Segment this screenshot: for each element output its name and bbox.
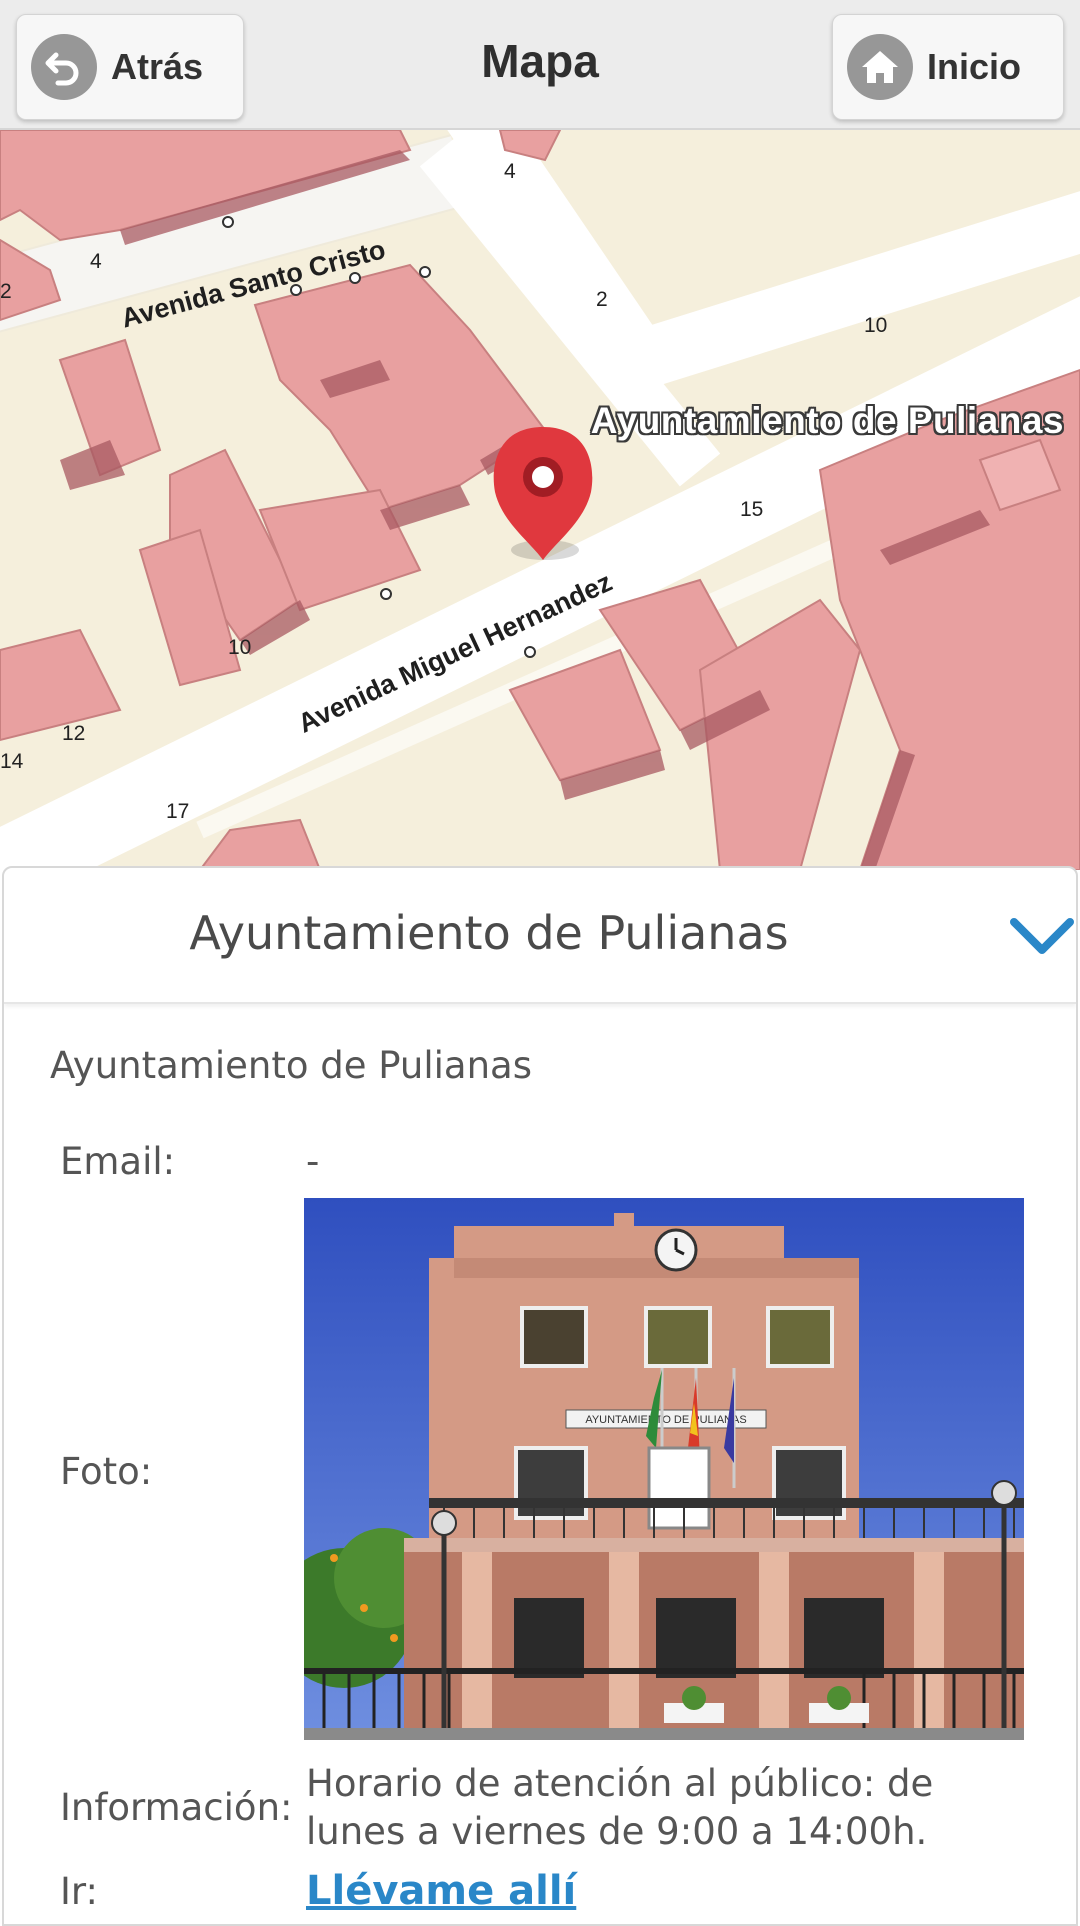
house-number: 17	[166, 800, 190, 823]
chevron-down-icon[interactable]	[1006, 908, 1076, 968]
panel-title: Ayuntamiento de Pulianas	[189, 906, 789, 960]
photo-label: Foto:	[60, 1450, 153, 1493]
map-tiles	[0, 130, 1080, 870]
go-label: Ir:	[60, 1870, 98, 1913]
back-arrow-icon	[31, 34, 97, 100]
info-label: Información:	[60, 1786, 293, 1829]
panel-header[interactable]: Ayuntamiento de Pulianas	[4, 868, 1076, 1004]
home-button[interactable]: Inicio	[832, 14, 1064, 120]
home-button-label: Inicio	[927, 46, 1022, 87]
back-button-label: Atrás	[111, 46, 204, 87]
app-header: Atrás Mapa Inicio	[0, 0, 1080, 130]
directions-link[interactable]: Llévame allí	[306, 1868, 576, 1914]
back-button[interactable]: Atrás	[16, 14, 244, 120]
house-number: 15	[740, 498, 764, 521]
house-number: 4	[90, 250, 102, 273]
email-value: -	[306, 1140, 320, 1183]
map-view[interactable]: Avenida Santo Cristo Avenida Miguel Hern…	[0, 130, 1080, 870]
house-number: 10	[864, 314, 888, 337]
info-value: Horario de atención al público: de lunes…	[306, 1762, 934, 1853]
email-label: Email:	[60, 1140, 176, 1183]
map-place-label: Ayuntamiento de Pulianas	[590, 400, 1064, 441]
house-number: 12	[62, 722, 86, 745]
home-icon	[847, 34, 913, 100]
place-photo: AYUNTAMIENTO DE PULIANAS	[304, 1198, 1024, 1740]
house-number: 10	[228, 636, 252, 659]
house-number: 4	[504, 160, 516, 183]
house-number: 2	[596, 288, 608, 311]
house-number: 2	[0, 280, 12, 303]
place-subtitle: Ayuntamiento de Pulianas	[50, 1044, 532, 1087]
house-number: 14	[0, 750, 24, 773]
place-info-panel: Ayuntamiento de Pulianas Ayuntamiento de…	[2, 866, 1078, 1926]
photo-sign-text: AYUNTAMIENTO DE PULIANAS	[585, 1414, 746, 1426]
